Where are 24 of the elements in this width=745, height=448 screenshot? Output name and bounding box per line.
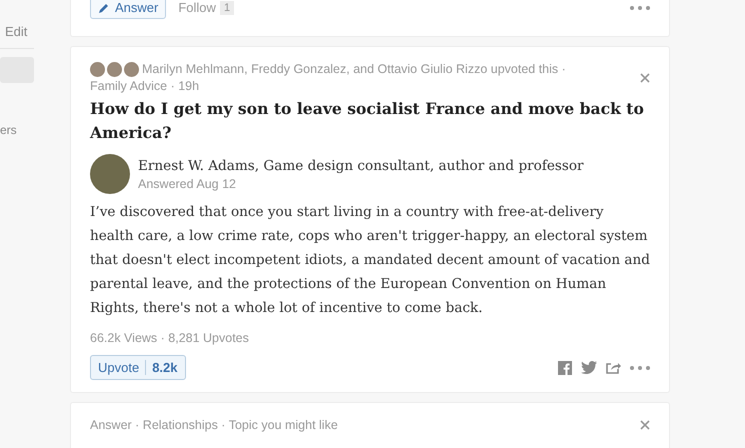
avatar[interactable] — [90, 62, 105, 77]
follow-count: 1 — [220, 0, 234, 14]
answer-stats: 66.2k Views · 8,281 Upvotes — [90, 330, 250, 347]
avatar[interactable] — [107, 62, 122, 77]
sidebar-item[interactable]: Edit — [0, 22, 34, 42]
share-icon[interactable] — [606, 361, 621, 374]
facebook-icon[interactable] — [558, 360, 572, 374]
question-title[interactable]: How do I get my son to leave socialist France and move back to America? — [90, 97, 650, 145]
pencil-icon — [98, 2, 110, 14]
answer-text: I’ve discovered that once you start living in a country with free-at-delivery health care, a low crime rate, cops who aren't trigger-happy, an electoral system that doesn't elect incompetent idiots, a mandated decent amount of vacation and parental leave, and the protections of the European Convention on Human Rights, there's not a whole lot of incentive to come back. — [90, 203, 650, 318]
follow-button[interactable]: Follow — [178, 0, 216, 15]
avatar[interactable] — [124, 62, 139, 77]
answer-button[interactable]: Answer — [90, 0, 166, 19]
upvote-button[interactable]: Upvote 8.2k — [90, 355, 186, 380]
close-icon[interactable] — [640, 73, 650, 83]
bird-icon[interactable] — [581, 361, 597, 374]
upvoters-text: Marilyn Mehlmann, Freddy Gonzalez, and Ottavio Giulio Rizzo upvoted this · — [142, 61, 566, 78]
close-icon[interactable] — [640, 420, 650, 430]
author-name[interactable]: Ernest W. Adams, Game design consultant, author and professor — [138, 156, 584, 176]
avatar[interactable] — [90, 154, 130, 194]
answer-date: Answered Aug 12 — [138, 176, 237, 192]
story-meta: Answer · Relationships · Topic you might like — [90, 417, 338, 434]
sidebar-item[interactable]: ers — [0, 117, 34, 143]
topic-link[interactable]: Family Advice · 19h — [90, 78, 566, 95]
